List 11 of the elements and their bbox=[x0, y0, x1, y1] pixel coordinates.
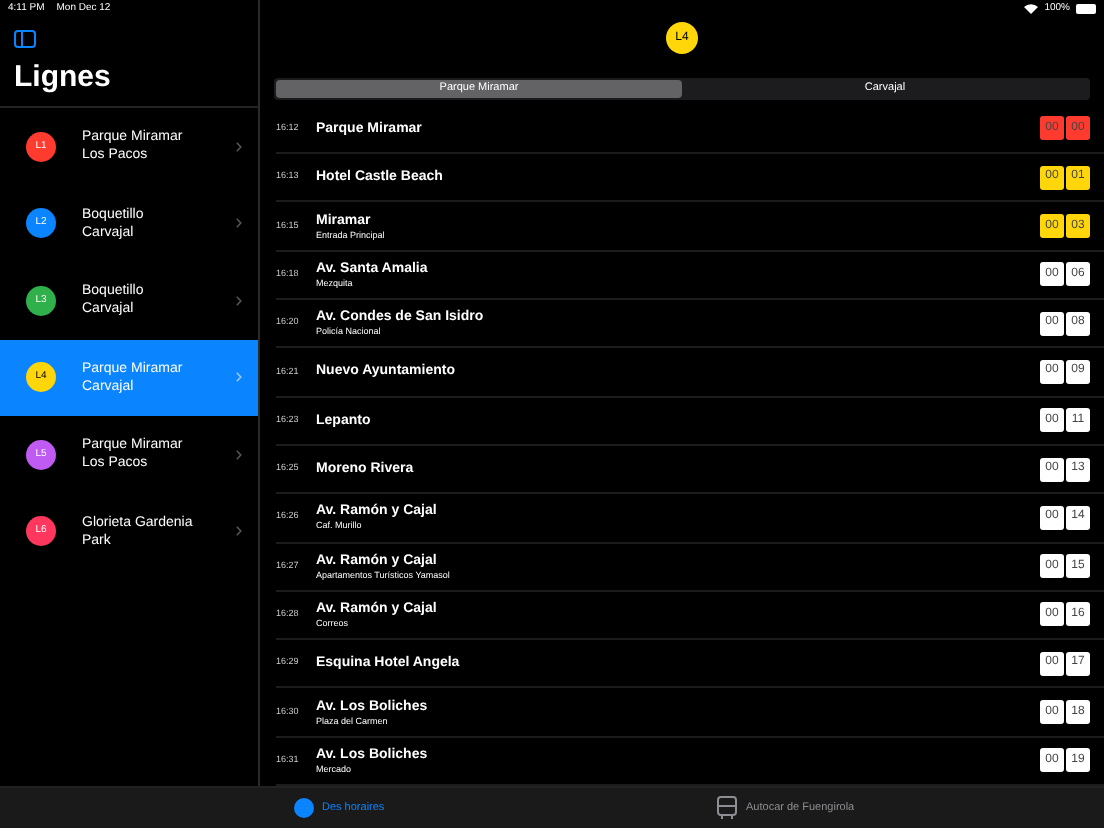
sidebar-title: Lignes bbox=[12, 60, 113, 96]
battery-icon bbox=[1076, 4, 1096, 15]
chevron-icon bbox=[236, 526, 242, 537]
bus-icon bbox=[716, 796, 738, 820]
sidebar-toggle-icon[interactable] bbox=[14, 30, 36, 48]
chevron-icon bbox=[236, 449, 242, 460]
chevron-icon bbox=[236, 218, 242, 229]
chevron-icon bbox=[236, 372, 242, 383]
chevron-icon bbox=[236, 141, 242, 152]
wifi-icon bbox=[1024, 4, 1039, 15]
chevron-icon bbox=[236, 295, 242, 306]
